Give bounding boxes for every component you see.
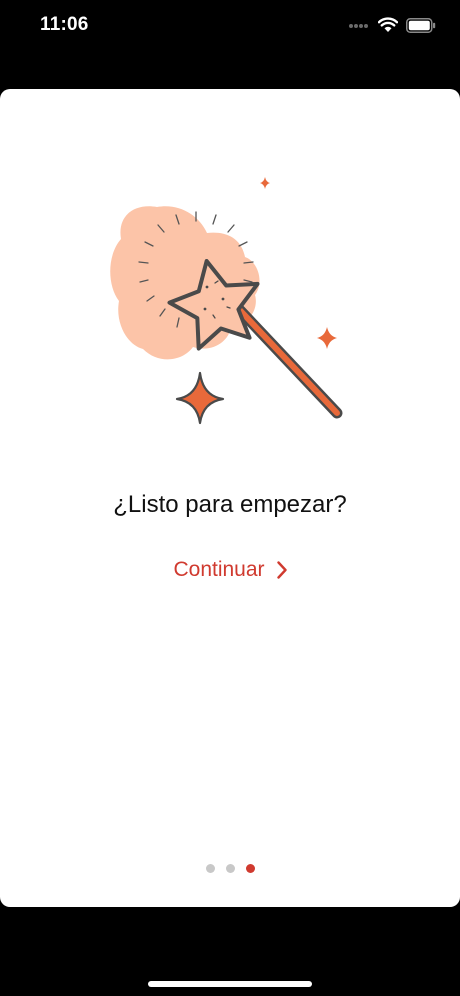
page-dot[interactable] <box>225 864 235 873</box>
status-icons <box>348 14 436 36</box>
home-indicator[interactable] <box>148 981 312 987</box>
continue-label: Continuar <box>173 558 265 581</box>
signal-icon <box>349 24 368 28</box>
onboarding-title: ¿Listo para empezar? <box>113 491 347 518</box>
status-bar: 11:06 <box>0 0 460 50</box>
page-dot[interactable] <box>205 864 215 873</box>
continue-button[interactable]: Continuar <box>160 553 300 587</box>
page-indicator[interactable] <box>0 864 460 873</box>
wifi-icon <box>378 17 398 32</box>
magic-wand-icon <box>110 177 343 425</box>
page-dot-active[interactable] <box>245 864 255 873</box>
status-time: 11:06 <box>40 14 89 35</box>
chevron-right-icon <box>276 561 287 579</box>
onboarding-sheet: ¿Listo para empezar? Continuar <box>0 89 460 907</box>
battery-icon <box>406 17 436 33</box>
